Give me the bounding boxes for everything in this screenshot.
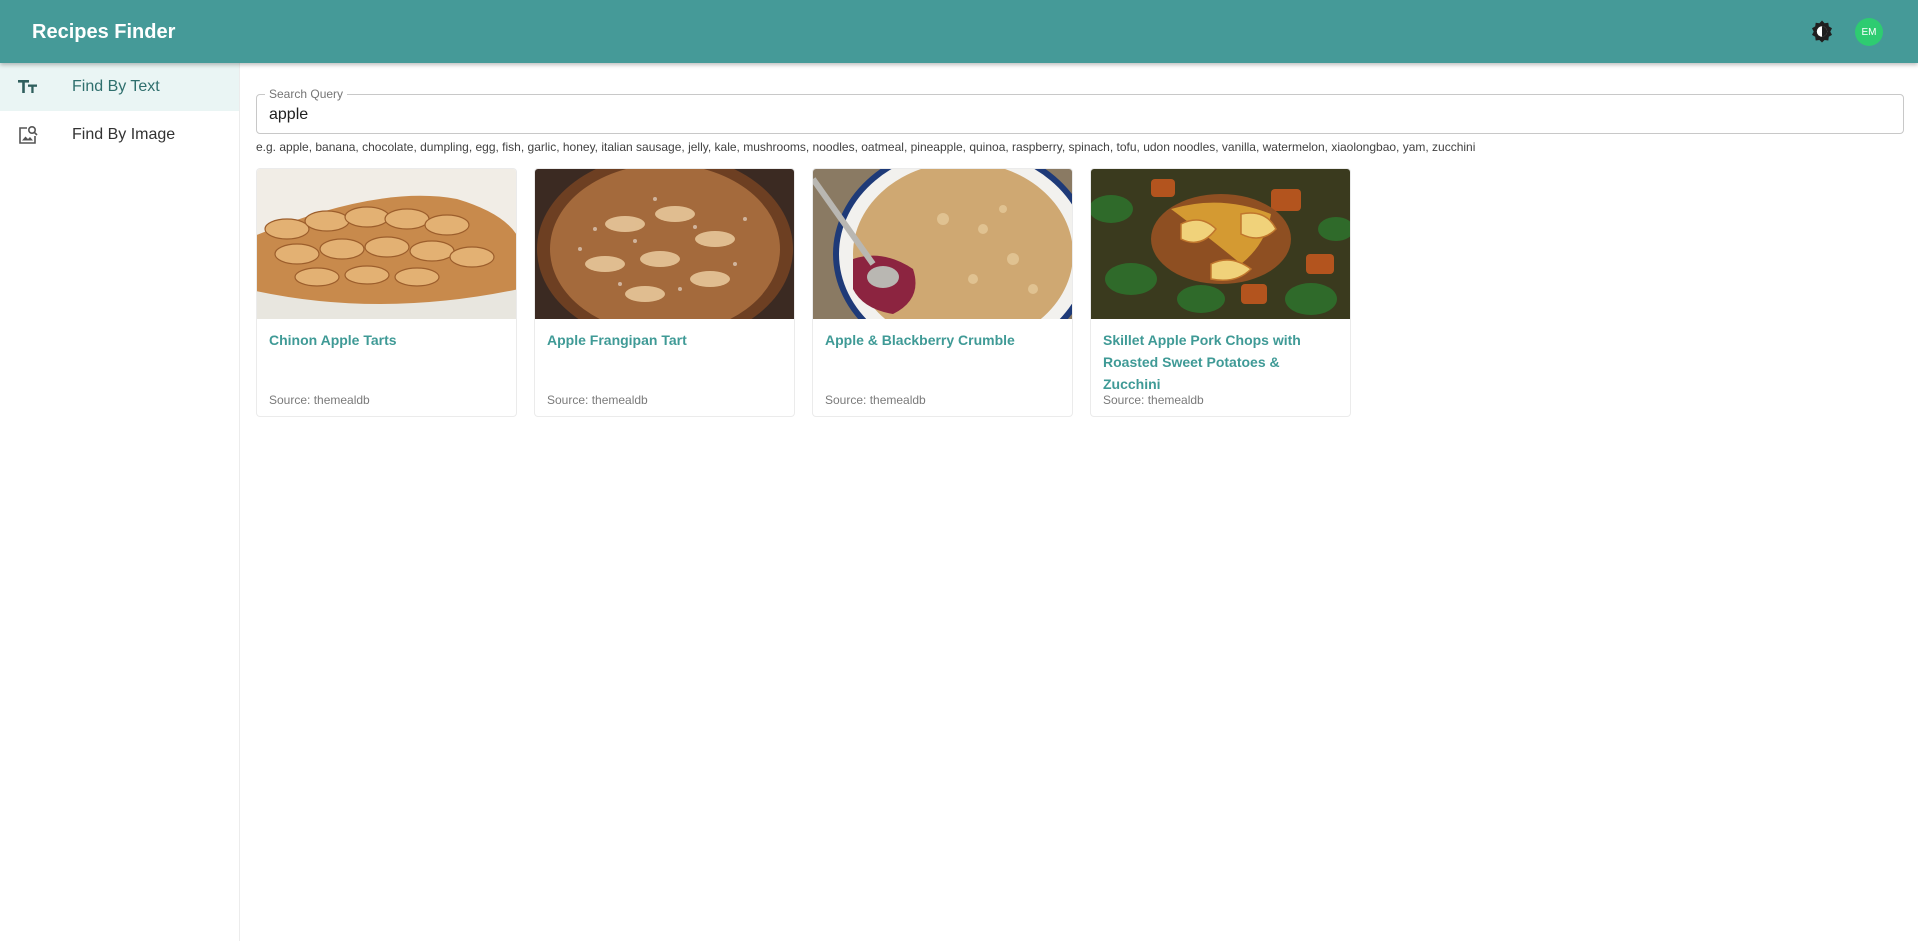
user-avatar[interactable]: EM: [1855, 18, 1883, 46]
search-field[interactable]: Search Query: [256, 87, 1904, 134]
app-title: Recipes Finder: [32, 21, 176, 43]
recipe-source: Source: themealdb: [269, 393, 370, 407]
recipe-source: Source: themealdb: [547, 393, 648, 407]
recipe-image: [813, 169, 1072, 319]
recipe-image: [257, 169, 516, 319]
theme-toggle-button[interactable]: [1808, 17, 1836, 45]
search-hint: e.g. apple, banana, chocolate, dumpling,…: [256, 140, 1476, 154]
sidebar-item-find-by-image[interactable]: Find By Image: [0, 111, 239, 159]
app-bar: Recipes Finder EM: [0, 0, 1918, 63]
recipe-card[interactable]: Apple Frangipan Tart Source: themealdb: [534, 168, 795, 417]
recipe-title: Apple Frangipan Tart: [547, 332, 687, 348]
search-input[interactable]: [269, 105, 1869, 125]
recipe-image: [535, 169, 794, 319]
search-field-label: Search Query: [265, 87, 348, 101]
text-fields-icon: [16, 75, 40, 99]
recipe-card[interactable]: Chinon Apple Tarts Source: themealdb: [256, 168, 517, 417]
sidebar-item-label: Find By Image: [72, 126, 176, 143]
main-content: Search Query e.g. apple, banana, chocola…: [256, 63, 1904, 941]
recipe-title: Skillet Apple Pork Chops with Roasted Sw…: [1103, 332, 1301, 392]
recipe-card[interactable]: Skillet Apple Pork Chops with Roasted Sw…: [1090, 168, 1351, 417]
recipe-image: [1091, 169, 1350, 319]
brightness-icon: [1812, 20, 1832, 43]
sidebar: Find By Text Find By Image: [0, 63, 240, 941]
recipe-card[interactable]: Apple & Blackberry Crumble Source: theme…: [812, 168, 1073, 417]
recipe-title: Chinon Apple Tarts: [269, 332, 397, 348]
recipe-title: Apple & Blackberry Crumble: [825, 332, 1015, 348]
recipe-source: Source: themealdb: [825, 393, 926, 407]
results-grid: Chinon Apple Tarts Source: themealdb App…: [256, 168, 1351, 417]
recipe-source: Source: themealdb: [1103, 393, 1204, 407]
sidebar-item-find-by-text[interactable]: Find By Text: [0, 63, 239, 111]
sidebar-item-label: Find By Text: [72, 78, 160, 95]
image-search-icon: [16, 123, 40, 147]
